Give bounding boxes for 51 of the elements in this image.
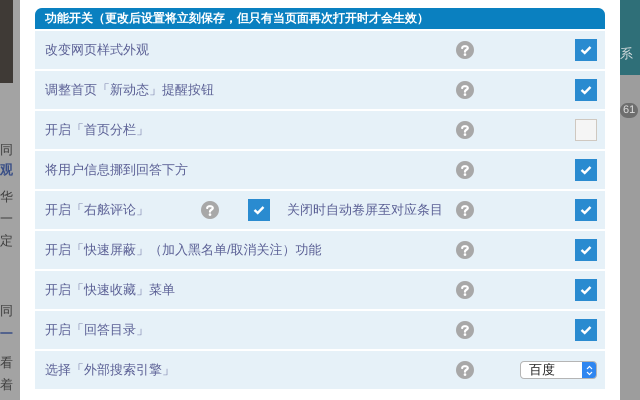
setting-label: 改变网页样式外观: [45, 41, 149, 60]
text-fragment: 着: [0, 376, 13, 394]
checkbox[interactable]: [575, 239, 597, 261]
setting-label: 开启「快速屏蔽」（加入黑名单/取消关注）功能: [45, 241, 322, 260]
setting-label: 将用户信息挪到回答下方: [45, 161, 188, 180]
checkmark-icon: [580, 285, 592, 295]
text-fragment: 华: [0, 188, 13, 206]
setting-label: 调整首页「新动态」提醒按钮: [45, 81, 214, 100]
help-icon[interactable]: [456, 41, 474, 59]
search-engine-dropdown[interactable]: 百度: [520, 361, 597, 379]
option-label: 关闭时自动卷屏至对应条目: [287, 201, 443, 220]
checkbox[interactable]: [575, 159, 597, 181]
setting-label: 选择「外部搜索引擎」: [45, 361, 175, 380]
text-fragment: 定: [0, 232, 13, 250]
text-fragment: 同: [0, 302, 13, 320]
count-badge: 61: [620, 103, 638, 118]
help-icon[interactable]: [456, 281, 474, 299]
setting-label: 开启「右舷评论」: [45, 201, 150, 220]
checkmark-icon: [580, 245, 592, 255]
checkmark-icon: [580, 165, 592, 175]
setting-label: 开启「快速收藏」菜单: [45, 281, 175, 300]
help-icon[interactable]: [456, 161, 474, 179]
help-icon[interactable]: [456, 121, 474, 139]
text-fragment: 看: [0, 354, 13, 372]
checkbox[interactable]: [575, 199, 597, 221]
checkmark-icon: [580, 205, 592, 215]
panel-title: 功能开关（更改后设置将立刻保存，但只有当页面再次打开时才会生效）: [35, 8, 605, 29]
banner-text: 系: [620, 44, 633, 62]
checkmark-icon: [580, 325, 592, 335]
checkmark-icon: [253, 205, 265, 215]
checkmark-icon: [580, 85, 592, 95]
help-icon[interactable]: [456, 241, 474, 259]
text-fragment: 一: [0, 325, 13, 343]
checkbox[interactable]: [575, 119, 597, 141]
checkmark-icon: [580, 45, 592, 55]
checkbox[interactable]: [575, 279, 597, 301]
help-icon[interactable]: [456, 81, 474, 99]
help-icon[interactable]: [201, 201, 219, 219]
setting-label: 开启「首页分栏」: [45, 121, 149, 140]
text-fragment: 一: [0, 210, 13, 228]
text-fragment: 观: [0, 161, 13, 179]
checkbox[interactable]: [575, 79, 597, 101]
checkbox[interactable]: [248, 199, 270, 221]
checkbox[interactable]: [575, 319, 597, 341]
help-icon[interactable]: [456, 201, 474, 219]
stepper-icon: [586, 364, 592, 376]
setting-label: 开启「回答目录」: [45, 321, 149, 340]
help-icon[interactable]: [456, 361, 474, 379]
checkbox[interactable]: [575, 39, 597, 61]
text-fragment: 同: [0, 141, 13, 159]
help-icon[interactable]: [456, 321, 474, 339]
